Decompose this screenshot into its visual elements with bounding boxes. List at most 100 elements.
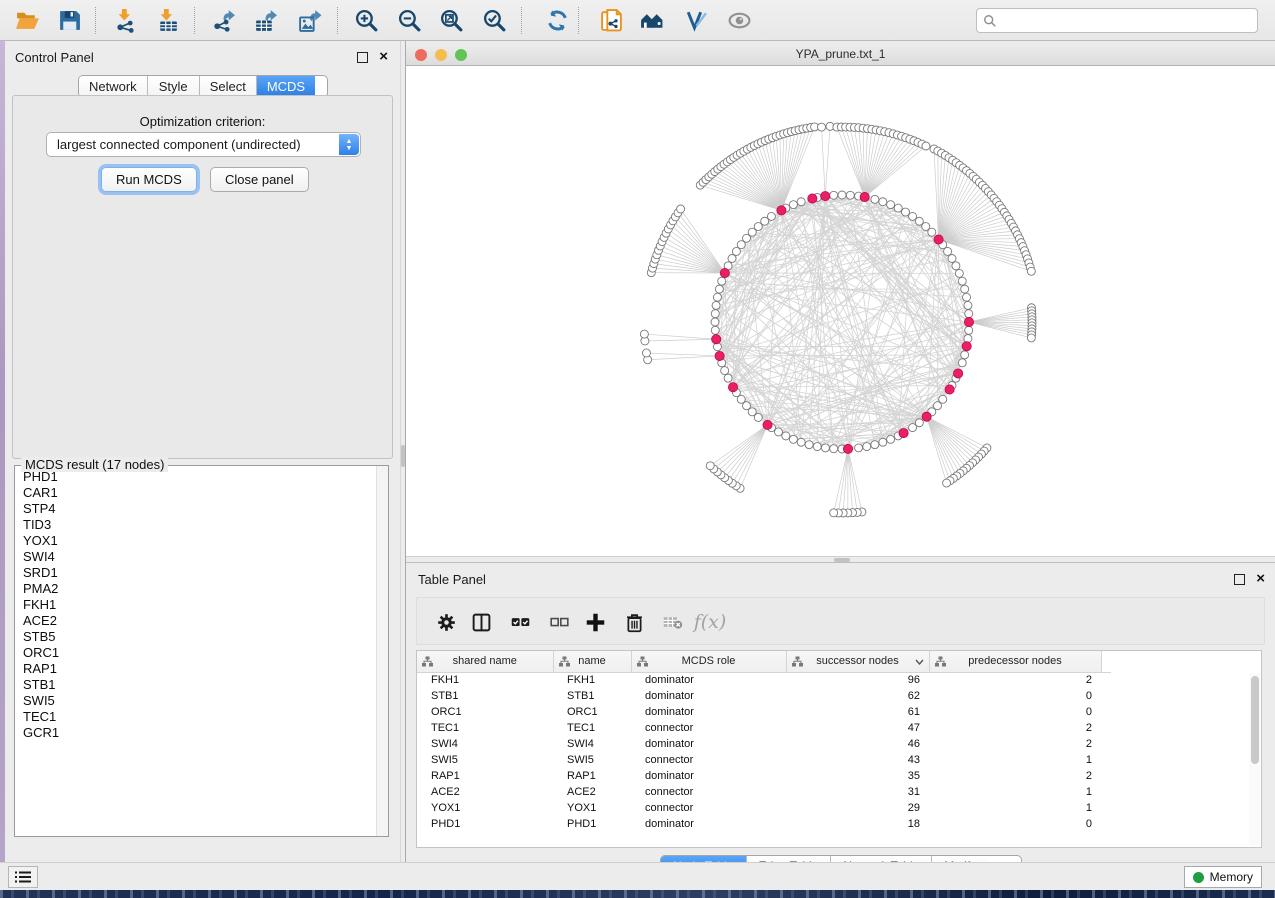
network-view-canvas[interactable] — [406, 66, 1275, 556]
import-table-icon — [155, 8, 180, 33]
close-panel-icon[interactable]: × — [379, 48, 388, 66]
splitter-grip[interactable] — [401, 445, 405, 467]
table-cell: SWI4 — [553, 736, 631, 752]
memory-button[interactable]: Memory — [1184, 866, 1262, 888]
bird-eye-view-button[interactable] — [720, 5, 758, 36]
delete-column-button[interactable] — [619, 607, 649, 637]
gear-icon — [436, 612, 457, 633]
table-row[interactable]: SWI5SWI5connector431 — [417, 752, 1111, 768]
mcds-result-item[interactable]: PHD1 — [15, 469, 376, 485]
table-row[interactable]: RAP1RAP1dominator352 — [417, 768, 1111, 784]
table-cell-filler — [1101, 736, 1111, 752]
delete-table-icon — [662, 612, 683, 633]
table-cell: 43 — [786, 752, 929, 768]
attribute-type-icon — [559, 656, 570, 667]
status-menu-button[interactable] — [8, 866, 38, 888]
table-row[interactable]: SWI4SWI4dominator462 — [417, 736, 1111, 752]
zoom-out-icon — [397, 8, 422, 33]
splitter-grip[interactable] — [834, 558, 850, 562]
table-cell: PHD1 — [417, 816, 553, 832]
main-toolbar — [0, 0, 1275, 41]
mcds-result-item[interactable]: FKH1 — [15, 597, 376, 613]
float-window-icon[interactable] — [1234, 574, 1245, 585]
column-header-predecessor-nodes[interactable]: predecessor nodes — [929, 651, 1101, 672]
hide-graphics-details-button[interactable] — [676, 5, 714, 36]
mcds-result-item[interactable]: STB5 — [15, 629, 376, 645]
close-panel-button[interactable]: Close panel — [210, 167, 309, 192]
table-row[interactable]: TEC1TEC1connector472 — [417, 720, 1111, 736]
zoom-out-button[interactable] — [390, 5, 428, 36]
run-mcds-button[interactable]: Run MCDS — [101, 167, 197, 192]
table-row[interactable]: YOX1YOX1connector291 — [417, 800, 1111, 816]
mcds-result-scrollbar[interactable] — [376, 466, 388, 836]
network-window-titlebar[interactable]: YPA_prune.txt_1 — [406, 44, 1275, 66]
search-input[interactable] — [997, 11, 1257, 31]
column-header-name[interactable]: name — [553, 651, 631, 672]
table-cell: SWI5 — [417, 752, 553, 768]
home-button[interactable] — [632, 5, 670, 36]
mcds-result-list[interactable]: PHD1CAR1STP4TID3YOX1SWI4SRD1PMA2FKH1ACE2… — [15, 469, 376, 836]
table-row[interactable]: STB1STB1dominator620 — [417, 688, 1111, 704]
mcds-result-item[interactable]: PMA2 — [15, 581, 376, 597]
mcds-result-item[interactable]: ORC1 — [15, 645, 376, 661]
table-cell: SWI4 — [417, 736, 553, 752]
import-network-button[interactable] — [106, 5, 144, 36]
table-cell: dominator — [631, 768, 786, 784]
open-file-button[interactable] — [8, 5, 46, 36]
mcds-result-item[interactable]: STB1 — [15, 677, 376, 693]
table-settings-button[interactable] — [431, 607, 461, 637]
table-scrollbar-thumb[interactable] — [1251, 676, 1259, 764]
mcds-result-item[interactable]: GCR1 — [15, 725, 376, 741]
mcds-result-item[interactable]: ACE2 — [15, 613, 376, 629]
table-row[interactable]: ORC1ORC1dominator610 — [417, 704, 1111, 720]
table-cell: 1 — [929, 784, 1101, 800]
table-row[interactable]: PHD1PHD1dominator180 — [417, 816, 1111, 832]
column-header-successor-nodes[interactable]: successor nodes — [786, 651, 929, 672]
add-column-button[interactable] — [580, 607, 610, 637]
column-header-shared-name[interactable]: shared name — [417, 651, 553, 672]
column-header-MCDS-role[interactable]: MCDS role — [631, 651, 786, 672]
mcds-result-item[interactable]: SWI5 — [15, 693, 376, 709]
table-row[interactable]: ACE2ACE2connector311 — [417, 784, 1111, 800]
mcds-result-item[interactable]: YOX1 — [15, 533, 376, 549]
export-network-button[interactable] — [204, 5, 242, 36]
table-row[interactable]: FKH1FKH1dominator962 — [417, 672, 1111, 688]
deselect-all-button[interactable] — [544, 607, 574, 637]
search-box[interactable] — [976, 8, 1258, 33]
tab-style[interactable]: Style — [148, 76, 200, 97]
table-cell: FKH1 — [553, 672, 631, 688]
mcds-result-item[interactable]: SWI4 — [15, 549, 376, 565]
export-image-button[interactable] — [290, 5, 328, 36]
mcds-result-item[interactable]: CAR1 — [15, 485, 376, 501]
zoom-fit-button[interactable] — [432, 5, 470, 36]
zoom-in-button[interactable] — [347, 5, 385, 36]
tab-mcds[interactable]: MCDS — [257, 76, 315, 97]
mcds-result-item[interactable]: RAP1 — [15, 661, 376, 677]
table-cell: PHD1 — [553, 816, 631, 832]
import-table-button[interactable] — [148, 5, 186, 36]
tab-select[interactable]: Select — [200, 76, 257, 97]
optimization-criterion-select[interactable]: largest connected component (undirected)… — [46, 132, 361, 157]
table-cell: 1 — [929, 752, 1101, 768]
table-scrollbar[interactable] — [1249, 673, 1260, 845]
horizontal-splitter[interactable] — [406, 556, 1275, 563]
share-document-button[interactable] — [592, 5, 630, 36]
mcds-result-item[interactable]: STP4 — [15, 501, 376, 517]
table-cell: dominator — [631, 688, 786, 704]
float-window-icon[interactable] — [357, 52, 368, 63]
zoom-selected-button[interactable] — [475, 5, 513, 36]
table-cell: 96 — [786, 672, 929, 688]
deselect-all-icon — [549, 612, 570, 633]
list-menu-icon — [15, 870, 31, 884]
table-cell-filler — [1101, 816, 1111, 832]
tab-network[interactable]: Network — [79, 76, 148, 97]
toggle-column-display-button[interactable] — [466, 607, 496, 637]
mcds-result-item[interactable]: SRD1 — [15, 565, 376, 581]
select-all-button[interactable] — [505, 607, 535, 637]
refresh-button[interactable] — [538, 5, 576, 36]
close-panel-icon[interactable]: × — [1256, 570, 1265, 588]
mcds-result-item[interactable]: TID3 — [15, 517, 376, 533]
export-table-button[interactable] — [246, 5, 284, 36]
save-session-button[interactable] — [50, 5, 88, 36]
mcds-result-item[interactable]: TEC1 — [15, 709, 376, 725]
